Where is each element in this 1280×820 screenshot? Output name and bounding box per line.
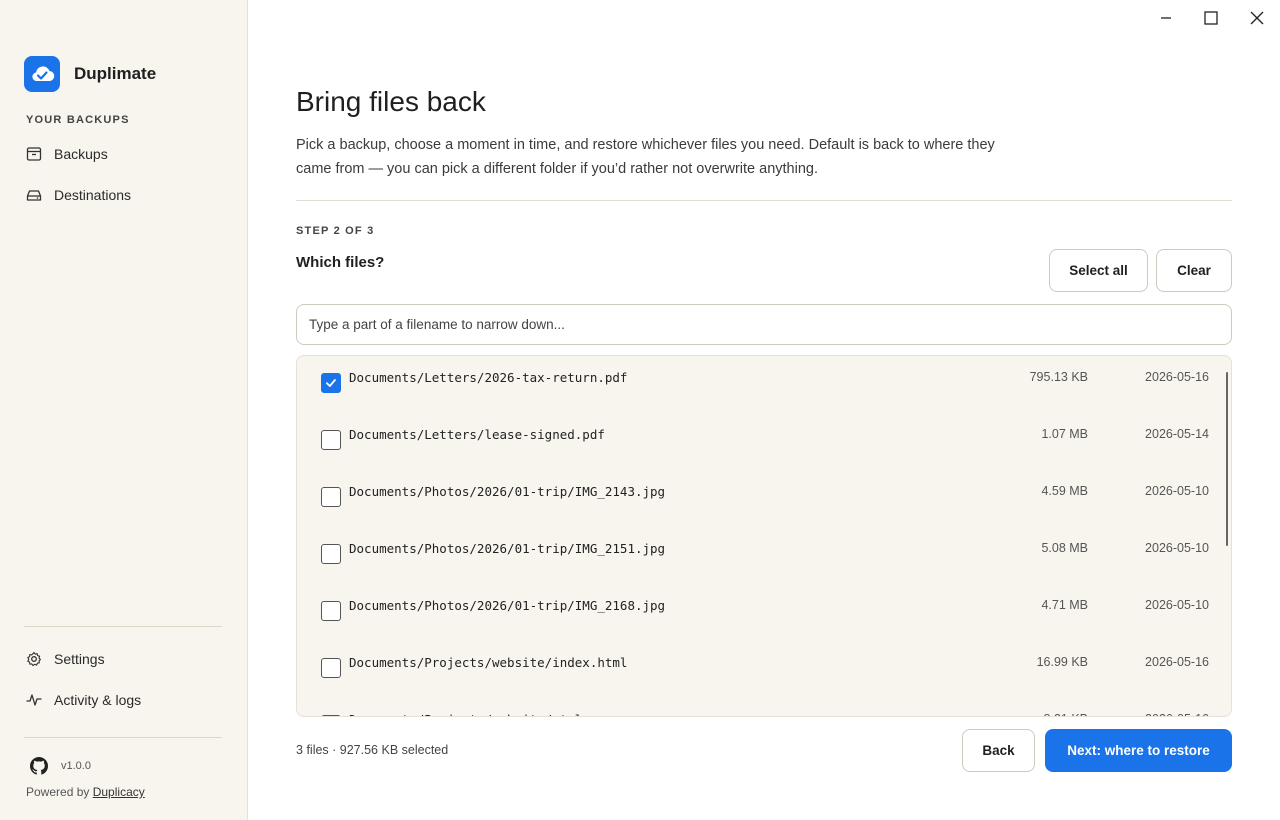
file-date: 2026-05-16 (1145, 712, 1209, 716)
clear-button[interactable]: Clear (1156, 249, 1232, 292)
file-path: Documents/Photos/2026/01-trip/IMG_2143.j… (349, 484, 666, 499)
section-title: YOUR BACKUPS (26, 114, 130, 126)
drive-icon (26, 187, 42, 203)
file-date: 2026-05-14 (1145, 427, 1209, 441)
file-size: 1.07 MB (1041, 427, 1088, 441)
divider (296, 200, 1232, 201)
version-row: v1.0.0 (30, 757, 91, 775)
main-content: Bring files back Pick a backup, choose a… (296, 0, 1232, 820)
separator-dot: · (328, 743, 340, 757)
sidebar-item-settings[interactable]: Settings (26, 651, 105, 667)
close-icon (1250, 11, 1264, 30)
file-row[interactable]: Documents/Photos/2026/01-trip/IMG_2143.j… (297, 470, 1231, 527)
file-row[interactable]: Documents/Projects/website/styles.css 8.2… (297, 698, 1231, 716)
section-heading: Which files? (296, 254, 385, 271)
file-date: 2026-05-10 (1145, 598, 1209, 612)
powered-prefix: Powered by (26, 785, 90, 799)
step-indicator: STEP 2 OF 3 (296, 225, 375, 237)
file-checkbox[interactable] (321, 430, 341, 450)
file-checkbox[interactable] (321, 658, 341, 678)
selected-label: selected (401, 743, 449, 757)
file-path: Documents/Photos/2026/01-trip/IMG_2168.j… (349, 598, 666, 613)
file-size: 8.21 KB (1044, 712, 1088, 716)
github-icon[interactable] (30, 757, 48, 775)
file-date: 2026-05-10 (1145, 541, 1209, 555)
sidebar-item-label: Activity & logs (54, 692, 142, 708)
file-row[interactable]: Documents/Letters/2026-tax-return.pdf 795… (297, 356, 1231, 413)
sidebar-item-label: Settings (54, 651, 105, 667)
version-label: v1.0.0 (61, 760, 91, 772)
sidebar-item-activity[interactable]: Activity & logs (26, 692, 141, 708)
file-size: 4.59 MB (1041, 484, 1088, 498)
back-button[interactable]: Back (962, 729, 1035, 772)
file-date: 2026-05-16 (1145, 655, 1209, 669)
file-checkbox[interactable] (321, 715, 341, 716)
select-all-button[interactable]: Select all (1049, 249, 1148, 292)
duplicacy-link[interactable]: Duplicacy (93, 785, 145, 799)
sidebar: Duplimate YOUR BACKUPS Backups Destinati… (0, 0, 248, 820)
brand: Duplimate (24, 56, 156, 92)
scrollbar-thumb[interactable] (1226, 372, 1228, 546)
selected-size: 927.56 KB (339, 743, 399, 757)
sidebar-item-label: Destinations (54, 187, 132, 203)
archive-icon (26, 146, 42, 162)
file-checkbox[interactable] (321, 487, 341, 507)
sidebar-item-destinations[interactable]: Destinations (26, 187, 131, 203)
activity-icon (26, 692, 42, 708)
file-row[interactable]: Documents/Photos/2026/01-trip/IMG_2168.j… (297, 584, 1231, 641)
page-description: Pick a backup, choose a moment in time, … (296, 137, 995, 177)
file-size: 4.71 MB (1041, 598, 1088, 612)
cloud-check-icon (24, 56, 60, 92)
file-path: Documents/Projects/website/styles.css (349, 712, 627, 716)
close-button[interactable] (1247, 10, 1267, 30)
selected-count: 3 (296, 743, 303, 757)
file-checkbox[interactable] (321, 601, 341, 621)
selection-summary: 3 files · 927.56 KB selected (296, 743, 448, 757)
file-date: 2026-05-16 (1145, 370, 1209, 384)
file-path: Documents/Photos/2026/01-trip/IMG_2151.j… (349, 541, 666, 556)
file-size: 16.99 KB (1036, 655, 1088, 669)
divider (24, 626, 222, 627)
file-path: Documents/Letters/lease-signed.pdf (349, 427, 605, 442)
file-checkbox[interactable] (321, 544, 341, 564)
file-path: Documents/Letters/2026-tax-return.pdf (349, 370, 628, 385)
checkmark-icon (326, 379, 336, 387)
file-size: 795.13 KB (1029, 370, 1088, 384)
sidebar-item-backups[interactable]: Backups (26, 146, 108, 162)
next-button[interactable]: Next: where to restore (1045, 729, 1232, 772)
file-list[interactable]: Documents/Projects/website/styles.css 8.2… (296, 355, 1232, 717)
sidebar-item-label: Backups (54, 146, 108, 162)
file-row[interactable]: Documents/Letters/lease-signed.pdf 1.07 M… (297, 413, 1231, 470)
filename-filter-input[interactable] (296, 304, 1232, 345)
page-title: Bring files back (296, 86, 486, 117)
gear-icon (26, 651, 42, 667)
app-name: Duplimate (74, 64, 157, 83)
file-path: Documents/Projects/website/index.html (349, 655, 628, 670)
file-date: 2026-05-10 (1145, 484, 1209, 498)
files-label: files (306, 743, 329, 757)
powered-by: Powered by Duplicacy (26, 785, 145, 799)
divider (24, 737, 222, 738)
file-checkbox[interactable] (321, 373, 341, 393)
file-size: 5.08 MB (1041, 541, 1088, 555)
file-row[interactable]: Documents/Photos/2026/01-trip/IMG_2151.j… (297, 527, 1231, 584)
file-row[interactable]: Documents/Projects/website/index.html 16.… (297, 641, 1231, 698)
